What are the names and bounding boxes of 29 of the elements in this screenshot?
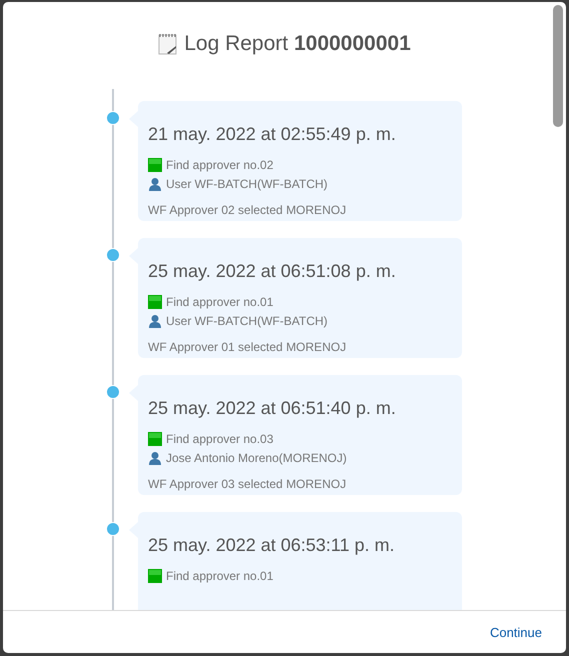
log-line: Find approver no.01 (166, 568, 274, 582)
timestamp: 25 may. 2022 at 06:51:40 p. m. (148, 398, 397, 419)
dialog-title: Log Report 1000000001 (3, 32, 566, 56)
timestamp: 25 may. 2022 at 06:51:08 p. m. (148, 261, 397, 282)
log-note: WF Approver 03 selected MORENOJ (148, 477, 348, 491)
log-line: User WF-BATCH(WF-BATCH) (166, 176, 328, 190)
timestamp: 21 may. 2022 at 02:55:49 p. m. (148, 124, 397, 145)
log-line: Jose Antonio Moreno(MORENOJ) (166, 450, 347, 464)
status-square-icon (148, 568, 162, 582)
log-line: Find approver no.03 (166, 432, 274, 446)
continue-button[interactable]: Continue (490, 620, 542, 644)
status-square-icon (148, 294, 162, 308)
timeline-dot (106, 111, 120, 125)
log-note: WF Approver 01 selected MORENOJ (148, 340, 348, 354)
log-note: WF Approver 02 selected MORENOJ (148, 203, 348, 217)
status-square-icon (148, 432, 162, 446)
user-icon (148, 176, 162, 190)
scrollbar[interactable] (553, 5, 563, 127)
user-icon (148, 450, 162, 464)
timestamp: 25 may. 2022 at 06:53:11 p. m. (148, 535, 396, 556)
log-line: User WF-BATCH(WF-BATCH) (166, 314, 328, 328)
user-icon (148, 314, 162, 328)
notepad-icon (158, 33, 178, 55)
log-line: Find approver no.01 (166, 294, 274, 308)
log-line: Find approver no.02 (166, 158, 274, 172)
timeline-dot (106, 248, 120, 262)
status-square-icon (148, 158, 162, 172)
timeline-dot (106, 522, 120, 536)
timeline-dot (106, 385, 120, 399)
